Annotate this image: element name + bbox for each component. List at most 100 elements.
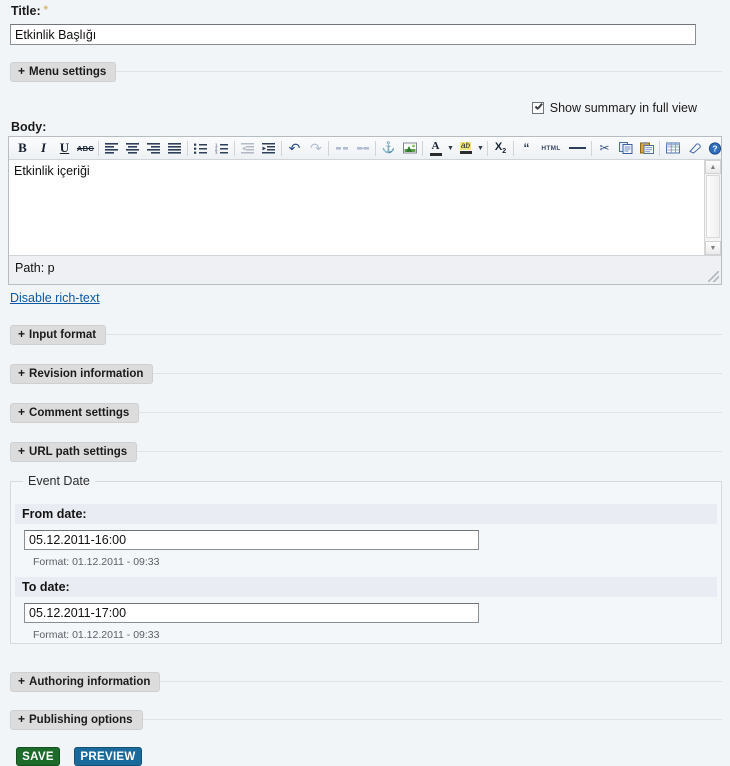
show-summary-checkbox[interactable]: [531, 102, 544, 114]
toolbar-separator: [375, 140, 376, 156]
svg-text:3.: 3.: [215, 150, 219, 154]
italic-icon[interactable]: I: [33, 138, 54, 158]
to-date-input[interactable]: [24, 603, 479, 623]
numbered-list-icon[interactable]: 1. 2. 3.: [211, 138, 232, 158]
bullet-list-icon[interactable]: [190, 138, 211, 158]
toolbar-separator: [187, 140, 188, 156]
scroll-down-arrow-icon[interactable]: ▼: [705, 241, 721, 255]
toolbar-separator: [487, 140, 488, 156]
legend-label: Revision information: [29, 368, 144, 380]
toolbar-separator: [234, 140, 235, 156]
underline-icon[interactable]: U: [54, 138, 75, 158]
to-date-label: To date:: [15, 577, 717, 597]
to-date-format-hint: Format: 01.12.2011 - 09:33: [33, 629, 160, 641]
bold-icon[interactable]: B: [12, 138, 33, 158]
fieldset-authoring-information[interactable]: + Authoring information: [10, 672, 722, 692]
editor-vertical-scrollbar[interactable]: ▲ ▼: [704, 160, 721, 255]
table-icon[interactable]: [662, 138, 683, 158]
link-icon[interactable]: [352, 138, 373, 158]
toolbar-separator: [98, 140, 99, 156]
expand-plus-icon: +: [18, 444, 26, 458]
from-date-label: From date:: [15, 504, 717, 524]
from-date-format-hint: Format: 01.12.2011 - 09:33: [33, 556, 160, 568]
redo-icon[interactable]: ↶: [305, 138, 326, 158]
fieldset-comment-settings[interactable]: + Comment settings: [10, 403, 722, 423]
node-edit-form: Title:* +Menu settings Show summary in f…: [0, 0, 730, 766]
indent-icon[interactable]: [258, 138, 279, 158]
html-source-icon[interactable]: HTML: [537, 138, 565, 158]
cut-icon[interactable]: ✂: [594, 138, 615, 158]
toolbar-separator: [328, 140, 329, 156]
fieldset-rule: [10, 71, 722, 72]
legend-label: Input format: [29, 329, 97, 341]
fieldset-legend-publishing-options[interactable]: + Publishing options: [10, 710, 143, 730]
fieldset-legend-menu-settings[interactable]: + Menu settings: [10, 62, 117, 82]
image-icon[interactable]: [399, 138, 420, 158]
body-field-label: Body:: [11, 120, 47, 134]
editor-body-text: Etkinlik içeriği: [14, 164, 90, 178]
scrollbar-thumb[interactable]: [706, 175, 720, 238]
expand-plus-icon: +: [18, 327, 26, 341]
align-justify-icon[interactable]: [164, 138, 185, 158]
rich-text-editor: B I U ABC 1. 2. 3. ↶ ↶ ⚓ A ▼ ab ▼ X2 “HTML ✂? Etkinlik i…: [8, 136, 722, 285]
copy-icon[interactable]: [615, 138, 636, 158]
anchor-icon[interactable]: ⚓: [378, 138, 399, 158]
resize-grip-icon[interactable]: [708, 271, 719, 282]
paste-icon[interactable]: [636, 138, 657, 158]
fieldset-input-format[interactable]: + Input format: [10, 325, 722, 345]
svg-text:?: ?: [712, 143, 717, 153]
expand-plus-icon: +: [18, 712, 26, 726]
event-date-fieldset: Event Date From date: Format: 01.12.2011…: [10, 474, 722, 644]
horizontal-rule-icon[interactable]: [565, 138, 589, 158]
text-color-dropdown-icon[interactable]: ▼: [446, 138, 455, 158]
legend-label: Menu settings: [29, 66, 107, 78]
legend-label: URL path settings: [29, 446, 128, 458]
outdent-icon[interactable]: [237, 138, 258, 158]
expand-plus-icon: +: [18, 674, 26, 688]
strikethrough-icon[interactable]: ABC: [75, 138, 96, 158]
fieldset-rule: [10, 334, 722, 335]
disable-rich-text-link[interactable]: Disable rich-text: [10, 291, 100, 305]
show-summary-row[interactable]: Show summary in full view: [531, 101, 697, 115]
save-button[interactable]: SAVE: [16, 747, 60, 766]
legend-label: Comment settings: [29, 407, 130, 419]
help-icon[interactable]: ?: [704, 138, 721, 158]
editor-path-text: Path: p: [15, 261, 55, 275]
fieldset-menu-settings[interactable]: + Menu settings: [10, 62, 722, 82]
subscript-icon[interactable]: X2: [490, 138, 511, 158]
text-color-icon[interactable]: A: [425, 138, 446, 158]
toolbar-separator: [422, 140, 423, 156]
legend-label: Publishing options: [29, 714, 133, 726]
title-field-label: Title: *: [11, 4, 48, 18]
undo-icon[interactable]: ↶: [284, 138, 305, 158]
toolbar-separator: [659, 140, 660, 156]
highlight-color-icon[interactable]: ab: [455, 138, 476, 158]
remove-format-icon[interactable]: [683, 138, 704, 158]
show-summary-label: Show summary in full view: [549, 101, 697, 115]
align-right-icon[interactable]: [143, 138, 164, 158]
fieldset-legend-input-format[interactable]: + Input format: [10, 325, 107, 345]
fieldset-url-path-settings[interactable]: + URL path settings: [10, 442, 722, 462]
editor-content-area[interactable]: Etkinlik içeriği ▲ ▼: [9, 160, 721, 256]
preview-button[interactable]: PREVIEW: [74, 747, 142, 766]
fieldset-legend-revision-information[interactable]: + Revision information: [10, 364, 154, 384]
toolbar-separator: [513, 140, 514, 156]
from-date-input[interactable]: [24, 530, 479, 550]
title-input[interactable]: [10, 24, 696, 45]
editor-path-bar: Path: p: [9, 256, 721, 284]
align-left-icon[interactable]: [101, 138, 122, 158]
scroll-up-arrow-icon[interactable]: ▲: [705, 160, 721, 174]
fieldset-publishing-options[interactable]: + Publishing options: [10, 710, 722, 730]
event-date-legend: Event Date: [23, 474, 95, 488]
fieldset-legend-comment-settings[interactable]: + Comment settings: [10, 403, 140, 423]
blockquote-icon[interactable]: “: [516, 138, 537, 158]
editor-toolbar: B I U ABC 1. 2. 3. ↶ ↶ ⚓ A ▼ ab ▼ X2 “HTML ✂?: [9, 137, 721, 160]
fieldset-revision-information[interactable]: + Revision information: [10, 364, 722, 384]
unlink-icon[interactable]: [331, 138, 352, 158]
highlight-dropdown-icon[interactable]: ▼: [476, 138, 485, 158]
expand-plus-icon: +: [18, 64, 26, 78]
fieldset-legend-url-path-settings[interactable]: + URL path settings: [10, 442, 138, 462]
align-center-icon[interactable]: [122, 138, 143, 158]
title-label-text: Title:: [11, 4, 41, 18]
fieldset-legend-authoring-information[interactable]: + Authoring information: [10, 672, 161, 692]
